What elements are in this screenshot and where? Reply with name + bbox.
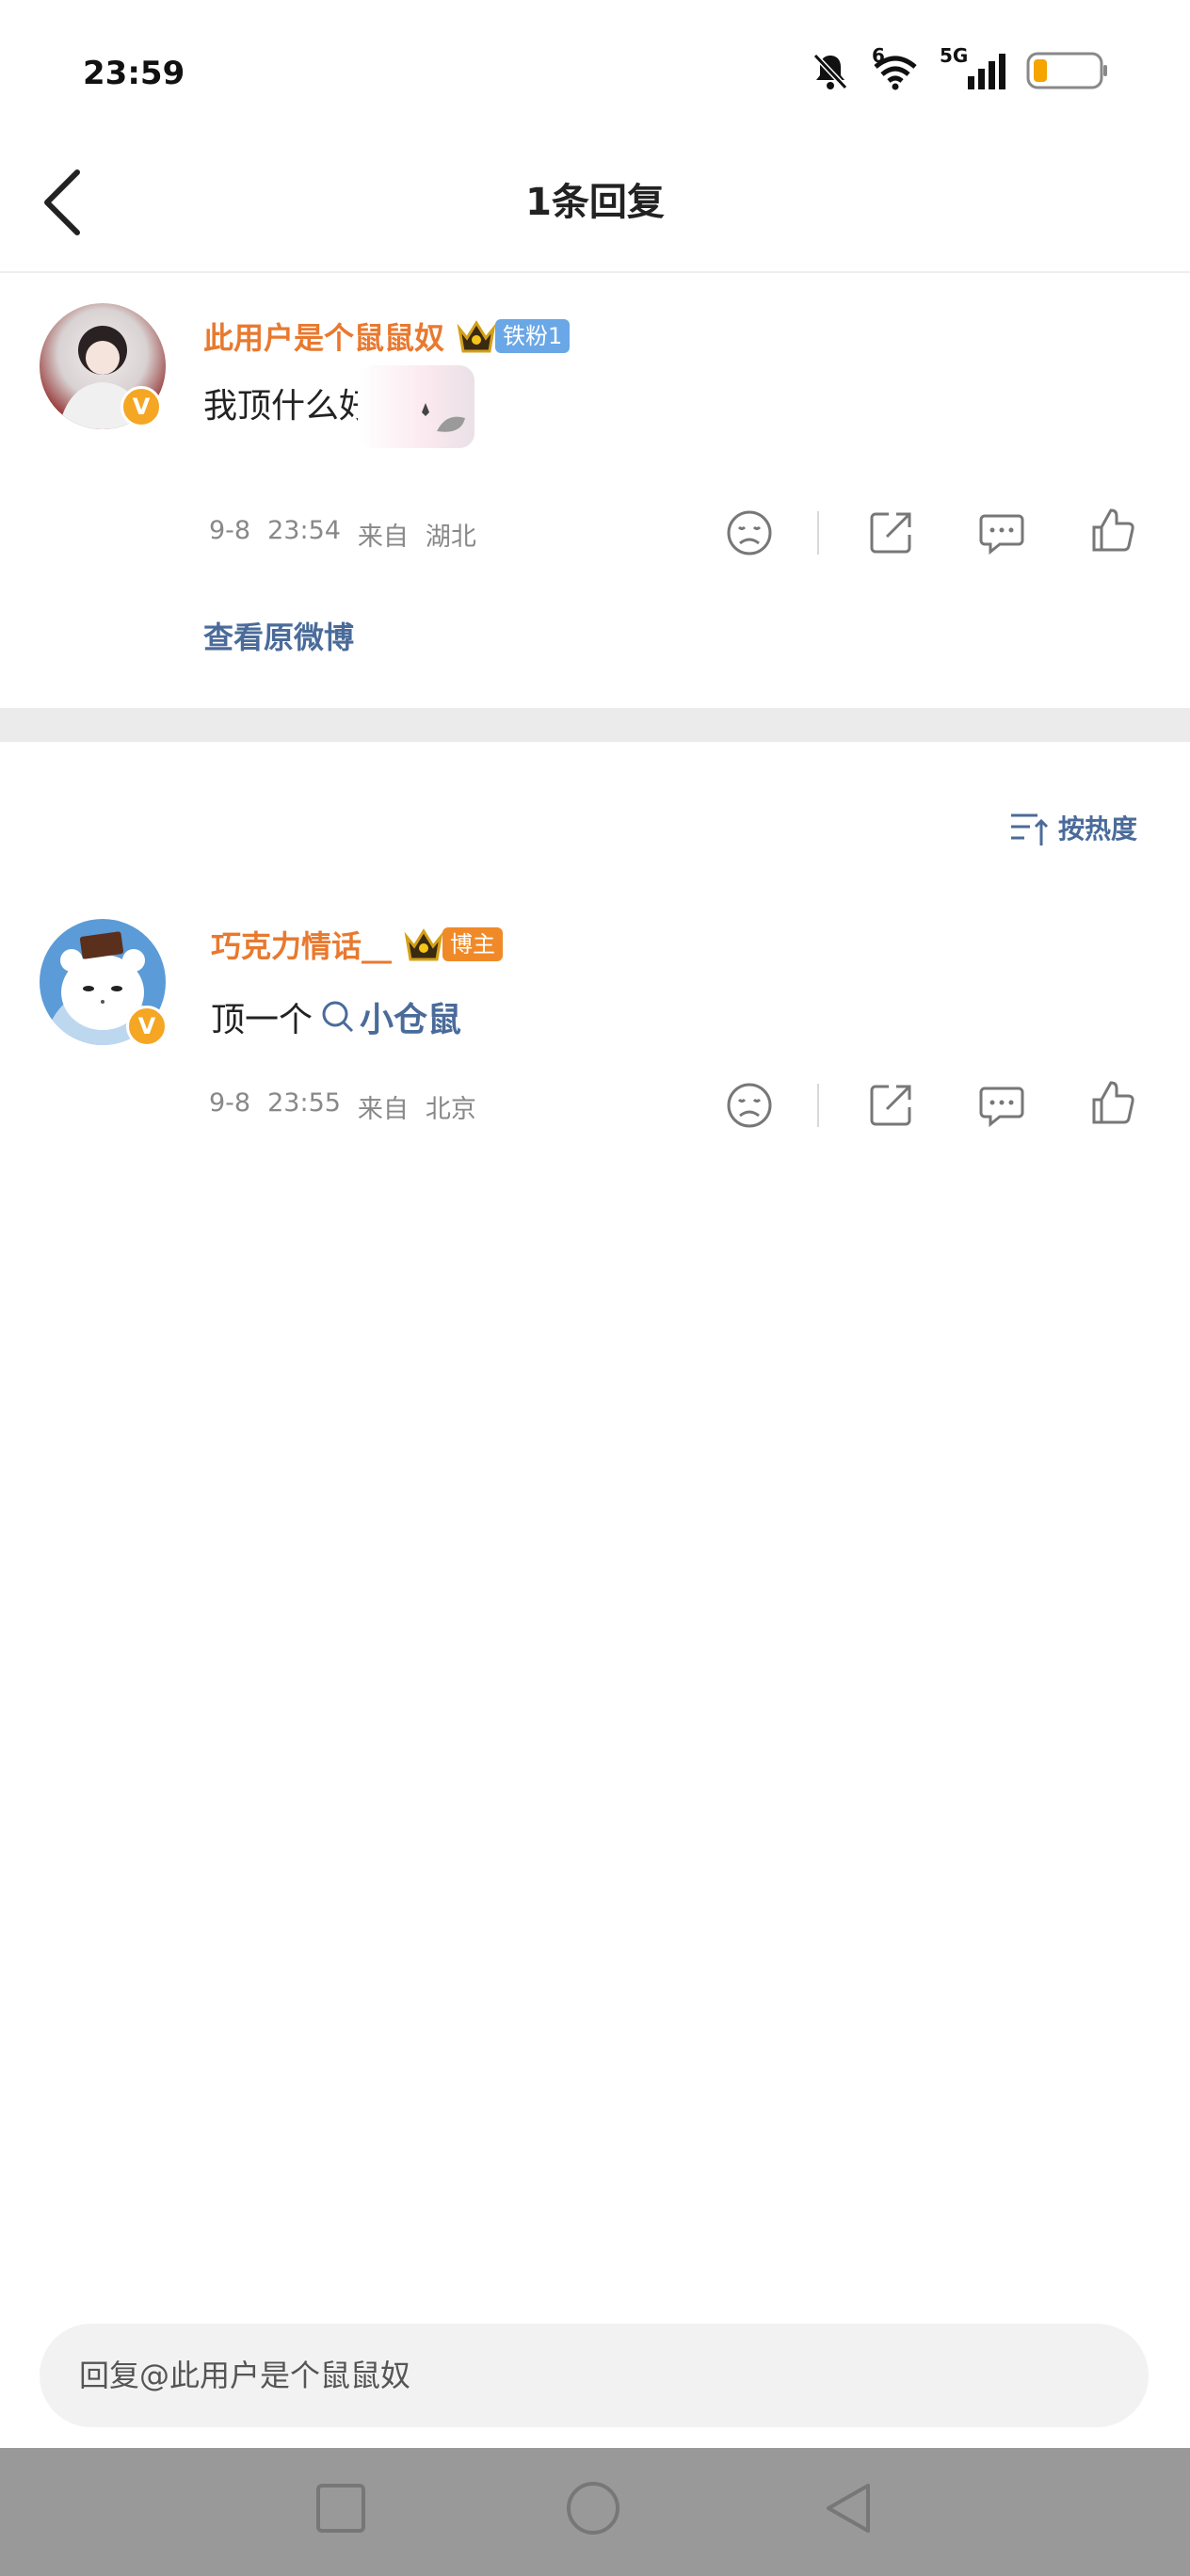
cellular-icon: 5G [940,44,1007,91]
search-icon [322,1001,354,1033]
status-icons: 6 5G [810,44,1109,94]
header-divider [0,271,1190,273]
comment-location: 北京 [425,1095,476,1124]
section-separator [0,708,1190,742]
system-nav-bar [0,2448,1190,2576]
search-topic-link[interactable]: 小仓鼠 [320,992,461,1041]
comment-icon[interactable] [977,1081,1026,1130]
reply-input[interactable]: 回复@此用户是个鼠鼠奴 [40,2324,1149,2427]
comment-time: 23:54 [267,516,341,545]
role-badge: 博主 [442,927,504,961]
verified-badge: V [121,386,162,427]
share-icon[interactable] [866,1081,915,1130]
recent-apps-icon[interactable] [314,2482,367,2535]
battery-icon [1026,52,1107,89]
comment-meta-original: 9-8 23:54 来自 湖北 [209,516,476,553]
comment-time: 23:55 [267,1088,341,1118]
comment-date: 9-8 [209,516,251,545]
comment-content-reply: 顶一个 小仓鼠 [211,992,461,1041]
wifi-icon: 6 [870,44,921,91]
dislike-icon[interactable] [725,508,774,557]
comment-location: 湖北 [425,523,476,552]
action-divider [817,511,819,555]
sort-icon [1010,813,1049,845]
username-replier[interactable]: 巧克力情话__ [211,923,392,966]
comment-header-reply: 巧克力情话__ 博主 [211,923,504,966]
comment-sticker-image [358,365,474,448]
comment-source-prefix: 来自 [357,523,409,552]
like-icon[interactable] [1088,1079,1137,1128]
like-icon[interactable] [1088,507,1137,555]
reply-input-placeholder: 回复@此用户是个鼠鼠奴 [79,2358,411,2393]
comment-header-original: 此用户是个鼠鼠奴 铁粉1 [203,314,571,358]
reply-text: 顶一个 [211,1001,314,1039]
wifi-badge: 6 [872,44,885,67]
home-icon[interactable] [565,2480,621,2536]
verified-badge: V [126,1006,168,1047]
search-topic-text: 小仓鼠 [360,1001,462,1039]
crown-icon [404,928,443,961]
fan-badge: 铁粉1 [495,319,571,353]
comment-meta-reply: 9-8 23:55 来自 北京 [209,1088,476,1125]
action-divider [817,1084,819,1127]
comment-content-original: 我顶什么好 [203,387,374,426]
status-time: 23:59 [83,55,185,92]
share-icon[interactable] [866,508,915,557]
username-original[interactable]: 此用户是个鼠鼠奴 [203,314,444,358]
sort-button[interactable]: 按热度 [1009,808,1137,847]
comment-date: 9-8 [209,1088,251,1118]
sticker-art [422,403,465,432]
sort-label: 按热度 [1057,813,1137,845]
dislike-icon[interactable] [725,1081,774,1130]
mute-bell-icon [812,53,848,90]
view-original-post-link[interactable]: 查看原微博 [203,614,354,657]
crown-icon [457,320,496,353]
back-nav-icon[interactable] [821,2480,877,2536]
comment-icon[interactable] [977,508,1026,557]
page-title: 1条回复 [525,181,665,224]
comment-source-prefix: 来自 [357,1095,409,1124]
network-type: 5G [940,44,969,67]
